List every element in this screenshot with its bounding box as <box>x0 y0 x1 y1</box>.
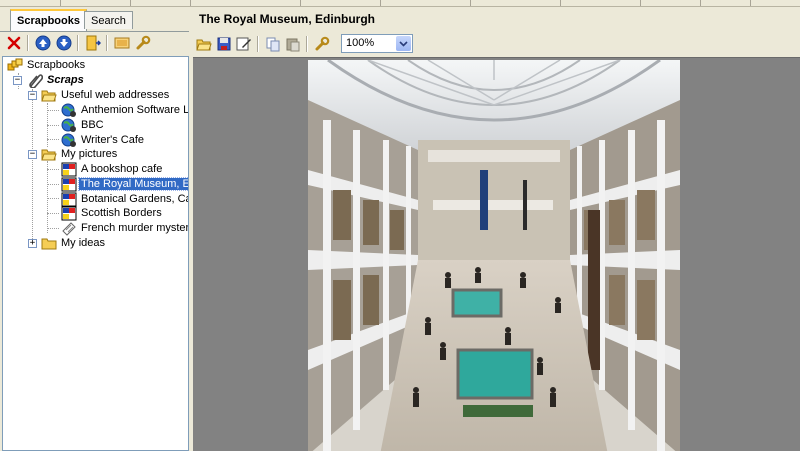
tree-item-scraps[interactable]: Scraps <box>27 73 86 88</box>
photo-image <box>308 60 680 451</box>
wrench-icon <box>136 35 151 50</box>
tab-search[interactable]: Search <box>84 11 133 29</box>
move-up-button[interactable] <box>34 34 52 52</box>
viewer-toolbar: 100% <box>193 33 800 55</box>
zoom-select[interactable]: 100% <box>341 34 413 53</box>
delete-x-icon <box>7 36 21 50</box>
tree-label: Anthemion Software Ltd <box>81 104 189 116</box>
image-icon <box>61 177 77 192</box>
folder-open-icon <box>41 149 57 161</box>
open-button[interactable] <box>195 35 213 53</box>
move-down-icon <box>56 35 72 51</box>
tree-label: BBC <box>81 119 104 131</box>
pane-tab-bar: Scrapbooks Search <box>0 7 189 32</box>
picture-icon <box>114 37 130 49</box>
tree-label: Scottish Borders <box>81 207 162 219</box>
tree-folder-web[interactable]: Useful web addresses <box>41 88 171 103</box>
image-icon <box>61 206 77 221</box>
scrapbooks-icon <box>7 58 23 71</box>
tree-item-picture[interactable]: Scottish Borders <box>61 206 164 221</box>
collapse-toggle[interactable]: − <box>28 91 37 100</box>
collapse-toggle[interactable]: − <box>13 76 22 85</box>
web-link-icon <box>61 118 76 132</box>
web-link-icon <box>61 103 76 117</box>
new-folder-icon <box>86 35 101 51</box>
collapse-toggle[interactable]: − <box>28 150 37 159</box>
copy-icon <box>266 37 280 52</box>
page-title: The Royal Museum, Edinburgh <box>199 12 376 26</box>
image-icon <box>61 162 77 177</box>
tree-label: Useful web addresses <box>61 89 170 101</box>
tree-label: My ideas <box>61 237 106 249</box>
web-link-icon <box>61 133 76 147</box>
move-up-icon <box>35 35 51 51</box>
delete-button[interactable] <box>5 34 23 52</box>
tab-scrapbooks[interactable]: Scrapbooks <box>10 9 87 31</box>
move-down-button[interactable] <box>55 34 73 52</box>
tree-label: Scraps <box>47 74 84 86</box>
tree-folder-pictures[interactable]: My pictures <box>41 147 119 162</box>
main-toolbar-strip <box>0 0 800 7</box>
expand-toggle[interactable]: + <box>28 239 37 248</box>
tree-folder-ideas[interactable]: My ideas <box>41 236 107 251</box>
image-icon <box>61 192 77 207</box>
tree-item-web[interactable]: Writer's Cafe <box>61 133 146 148</box>
folder-open-icon <box>196 39 212 51</box>
edit-pencil-icon <box>236 37 251 51</box>
paste-button[interactable] <box>284 35 302 53</box>
tree-item-text[interactable]: French murder mystery <box>61 221 189 236</box>
tree-label: My pictures <box>61 148 118 160</box>
tree-label: Writer's Cafe <box>81 134 145 146</box>
folder-icon <box>41 238 57 250</box>
tree-item-picture[interactable]: A bookshop cafe <box>61 162 164 177</box>
tree-item-web[interactable]: BBC <box>61 118 106 133</box>
tree-label: The Royal Museum, Edinburgh <box>78 177 188 191</box>
save-button[interactable] <box>215 35 233 53</box>
text-document-icon <box>62 222 76 236</box>
tree-item-picture[interactable]: Botanical Gardens, Cambridge <box>61 192 188 207</box>
tree-label: French murder mystery <box>81 222 189 234</box>
add-picture-button[interactable] <box>113 34 131 52</box>
paperclip-icon <box>29 74 43 88</box>
zoom-value: 100% <box>346 37 375 49</box>
chevron-down-icon[interactable] <box>396 36 411 51</box>
scrapbook-pane: Scrapbooks Search Scrapbooks − Scraps − … <box>0 7 189 451</box>
copy-button[interactable] <box>264 35 282 53</box>
properties-button[interactable] <box>313 35 331 53</box>
save-disk-icon <box>217 37 231 51</box>
properties-button[interactable] <box>134 34 152 52</box>
edit-button[interactable] <box>235 35 253 53</box>
scrapbook-toolbar <box>0 32 189 54</box>
tree-item-web[interactable]: Anthemion Software Ltd <box>61 103 189 118</box>
tree-label: A bookshop cafe <box>81 163 163 175</box>
folder-open-icon <box>41 90 57 102</box>
new-item-button[interactable] <box>84 34 102 52</box>
tree-label: Scrapbooks <box>27 59 86 71</box>
museum-atrium-photo <box>308 60 680 451</box>
tree-item-picture-selected[interactable]: The Royal Museum, Edinburgh <box>61 177 188 192</box>
tree-label: Botanical Gardens, Cambridge <box>81 193 188 205</box>
tree-item-scrapbooks[interactable]: Scrapbooks <box>7 58 87 73</box>
wrench-icon <box>315 36 330 51</box>
content-pane: The Royal Museum, Edinburgh 100% <box>193 7 800 451</box>
scrapbook-tree[interactable]: Scrapbooks − Scraps − Useful web address… <box>2 56 189 451</box>
image-viewer[interactable] <box>193 57 800 451</box>
paste-icon <box>286 38 300 52</box>
